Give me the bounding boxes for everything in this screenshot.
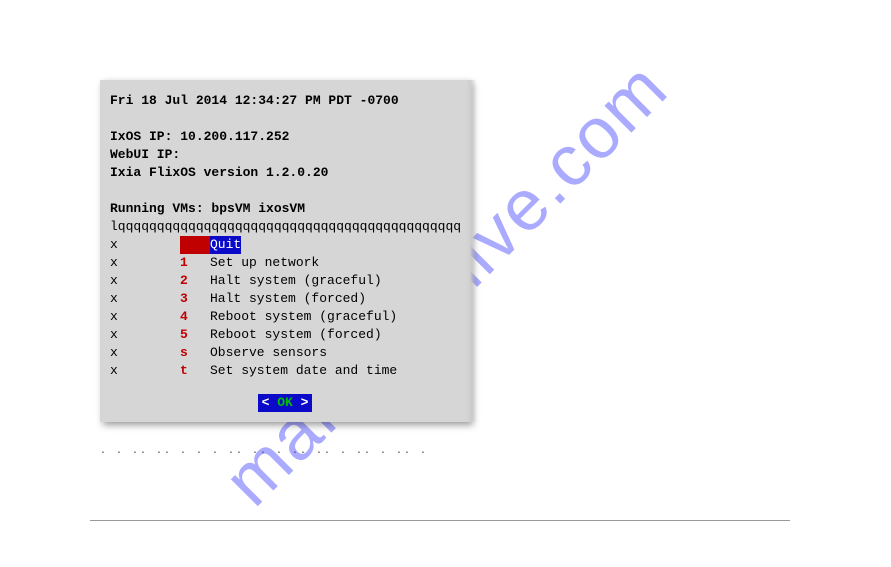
menu-label: Halt system (forced) — [210, 290, 366, 308]
menu-side-char: x — [110, 254, 180, 272]
running-vms-line: Running VMs: bpsVM ixosVM — [110, 200, 460, 218]
ok-button[interactable]: < OK > — [258, 394, 313, 412]
menu-label: Reboot system (graceful) — [210, 308, 397, 326]
menu-key: 4 — [180, 308, 210, 326]
webui-ip-line: WebUI IP: — [110, 146, 460, 164]
menu-key: 3 — [180, 290, 210, 308]
blank-line — [110, 110, 460, 128]
menu-side-char: x — [110, 308, 180, 326]
menu-side-char: x — [110, 290, 180, 308]
menu-side-char: x — [110, 326, 180, 344]
menu-label: Quit — [210, 236, 241, 254]
menu-label: Halt system (graceful) — [210, 272, 382, 290]
menu-label: Reboot system (forced) — [210, 326, 382, 344]
horizontal-rule — [90, 520, 790, 521]
menu-label: Set up network — [210, 254, 319, 272]
menu-item-observe-sensors[interactable]: x s Observe sensors — [110, 344, 460, 362]
menu-side-char: x — [110, 362, 180, 380]
torn-edge-decoration — [466, 80, 476, 422]
menu-side-char: x — [110, 344, 180, 362]
menu-item-halt-graceful[interactable]: x 2 Halt system (graceful) — [110, 272, 460, 290]
menu-key: t — [180, 362, 210, 380]
ok-button-bar: < OK > — [110, 394, 460, 412]
menu-key: 0 — [180, 236, 210, 254]
menu-side-char: x — [110, 236, 180, 254]
menu-key: 5 — [180, 326, 210, 344]
menu-item-reboot-forced[interactable]: x 5 Reboot system (forced) — [110, 326, 460, 344]
menu-item-setup-network[interactable]: x 1 Set up network — [110, 254, 460, 272]
menu-label: Observe sensors — [210, 344, 327, 362]
menu-side-char: x — [110, 272, 180, 290]
blank-line — [110, 182, 460, 200]
timestamp-line: Fri 18 Jul 2014 12:34:27 PM PDT -0700 — [110, 92, 460, 110]
menu-item-quit[interactable]: x 0 Quit — [110, 236, 460, 254]
menu-item-set-date-time[interactable]: x t Set system date and time — [110, 362, 460, 380]
menu-border-top: lqqqqqqqqqqqqqqqqqqqqqqqqqqqqqqqqqqqqqqq… — [110, 218, 460, 236]
menu-key: 1 — [180, 254, 210, 272]
menu-item-halt-forced[interactable]: x 3 Halt system (forced) — [110, 290, 460, 308]
bottom-dots-decoration: · · ·· ·· · · · ·· ·· · ·· ·· · ·· · ·· … — [100, 448, 470, 459]
menu-label: Set system date and time — [210, 362, 397, 380]
menu-item-reboot-graceful[interactable]: x 4 Reboot system (graceful) — [110, 308, 460, 326]
terminal-window: Fri 18 Jul 2014 12:34:27 PM PDT -0700 Ix… — [100, 80, 470, 422]
version-line: Ixia FlixOS version 1.2.0.20 — [110, 164, 460, 182]
menu-key: s — [180, 344, 210, 362]
ixos-ip-line: IxOS IP: 10.200.117.252 — [110, 128, 460, 146]
menu-key: 2 — [180, 272, 210, 290]
